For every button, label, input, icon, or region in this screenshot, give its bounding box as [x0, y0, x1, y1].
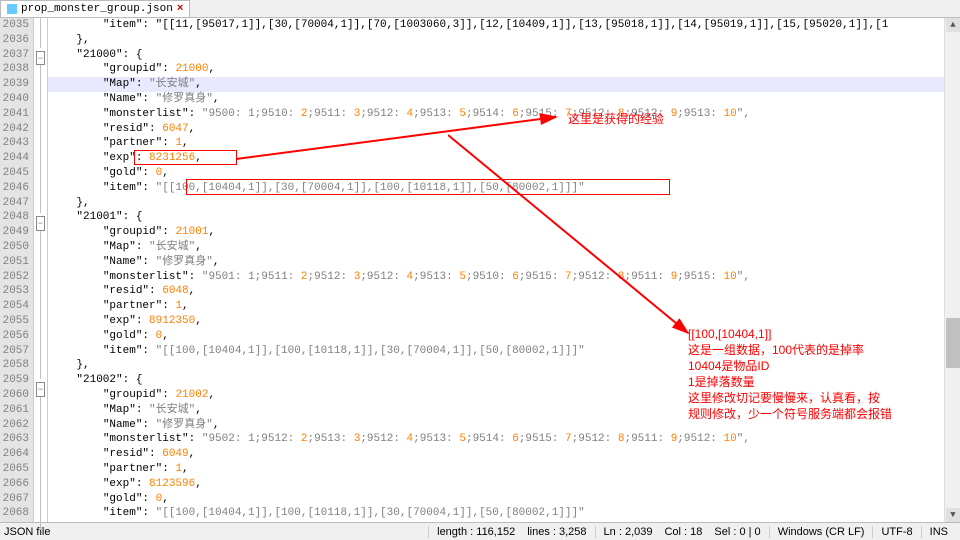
fold-margin: −−−: [34, 18, 48, 522]
status-length: length : 116,152: [428, 526, 523, 538]
status-encoding: UTF-8: [872, 526, 920, 538]
status-ins: INS: [921, 526, 956, 538]
code-line[interactable]: "resid": 6048,: [48, 284, 960, 299]
code-line[interactable]: "groupid": 21001,: [48, 225, 960, 240]
code-line[interactable]: },: [48, 33, 960, 48]
code-line[interactable]: "exp": 8123596,: [48, 477, 960, 492]
status-lines: lines : 3,258: [523, 526, 594, 538]
line-number-gutter: 2035203620372038203920402041204220432044…: [0, 18, 34, 522]
code-line[interactable]: "partner": 1,: [48, 299, 960, 314]
annotation-box-exp: [134, 150, 237, 165]
annotation-line: 这是一组数据，100代表的是掉率: [688, 342, 960, 358]
code-view[interactable]: "item": "[[11,[95017,1]],[30,[70004,1]],…: [48, 18, 960, 522]
annotation-box-item: [186, 179, 670, 195]
code-line[interactable]: "item": "[[100,[10404,1]],[100,[10118,1]…: [48, 506, 960, 521]
annotation-line: 1是掉落数量: [688, 374, 960, 390]
code-line[interactable]: },: [48, 196, 960, 211]
annotation-text: 这里是获得的经验: [568, 110, 664, 127]
annotation-line: 规则修改，少一个符号服务端都会报错: [688, 406, 960, 422]
code-line[interactable]: "monsterlist": "9500: 1;9510: 2;9511: 3;…: [48, 107, 960, 122]
code-line[interactable]: "21001": {: [48, 210, 960, 225]
status-filetype: JSON file: [4, 526, 58, 538]
scrollbar-thumb[interactable]: [946, 318, 960, 368]
status-col: Col : 18: [660, 526, 710, 538]
code-line[interactable]: "partner": 1,: [48, 136, 960, 151]
code-line[interactable]: "groupid": 21000,: [48, 62, 960, 77]
code-line[interactable]: "Name": "修罗真身",: [48, 92, 960, 107]
tab-bar: prop_monster_group.json ×: [0, 0, 960, 18]
status-bar: JSON file length : 116,152 lines : 3,258…: [0, 522, 960, 540]
code-line[interactable]: "resid": 6047,: [48, 122, 960, 137]
vertical-scrollbar[interactable]: ▲ ▼: [944, 18, 960, 522]
annotation-text-block: [[100,[10404,1]] 这是一组数据，100代表的是掉率 10404是…: [688, 326, 960, 422]
scroll-up-button[interactable]: ▲: [946, 18, 960, 32]
code-line[interactable]: "gold": 0,: [48, 492, 960, 507]
code-line[interactable]: "monsterlist": "9502: 1;9512: 2;9513: 3;…: [48, 432, 960, 447]
file-icon: [7, 4, 17, 14]
editor-area: 2035203620372038203920402041204220432044…: [0, 18, 960, 522]
annotation-line: 这里修改切记要慢慢来，认真看，按: [688, 390, 960, 406]
file-tab[interactable]: prop_monster_group.json ×: [0, 0, 190, 17]
annotation-line: [[100,[10404,1]]: [688, 326, 960, 342]
code-line[interactable]: "Map": "长安城",: [48, 77, 960, 92]
scroll-down-button[interactable]: ▼: [946, 508, 960, 522]
status-sel: Sel : 0 | 0: [710, 526, 768, 538]
close-icon[interactable]: ×: [177, 3, 184, 15]
code-line[interactable]: "Name": "修罗真身",: [48, 255, 960, 270]
code-line[interactable]: "resid": 6049,: [48, 447, 960, 462]
code-line[interactable]: "Map": "长安城",: [48, 240, 960, 255]
status-eol: Windows (CR LF): [769, 526, 873, 538]
code-line[interactable]: "item": "[[11,[95017,1]],[30,[70004,1]],…: [48, 18, 960, 33]
code-line[interactable]: "21000": {: [48, 48, 960, 63]
file-tab-label: prop_monster_group.json: [21, 3, 173, 15]
status-ln: Ln : 2,039: [595, 526, 661, 538]
annotation-line: 10404是物品ID: [688, 358, 960, 374]
code-line[interactable]: "monsterlist": "9501: 1;9511: 2;9512: 3;…: [48, 270, 960, 285]
code-line[interactable]: "partner": 1,: [48, 462, 960, 477]
